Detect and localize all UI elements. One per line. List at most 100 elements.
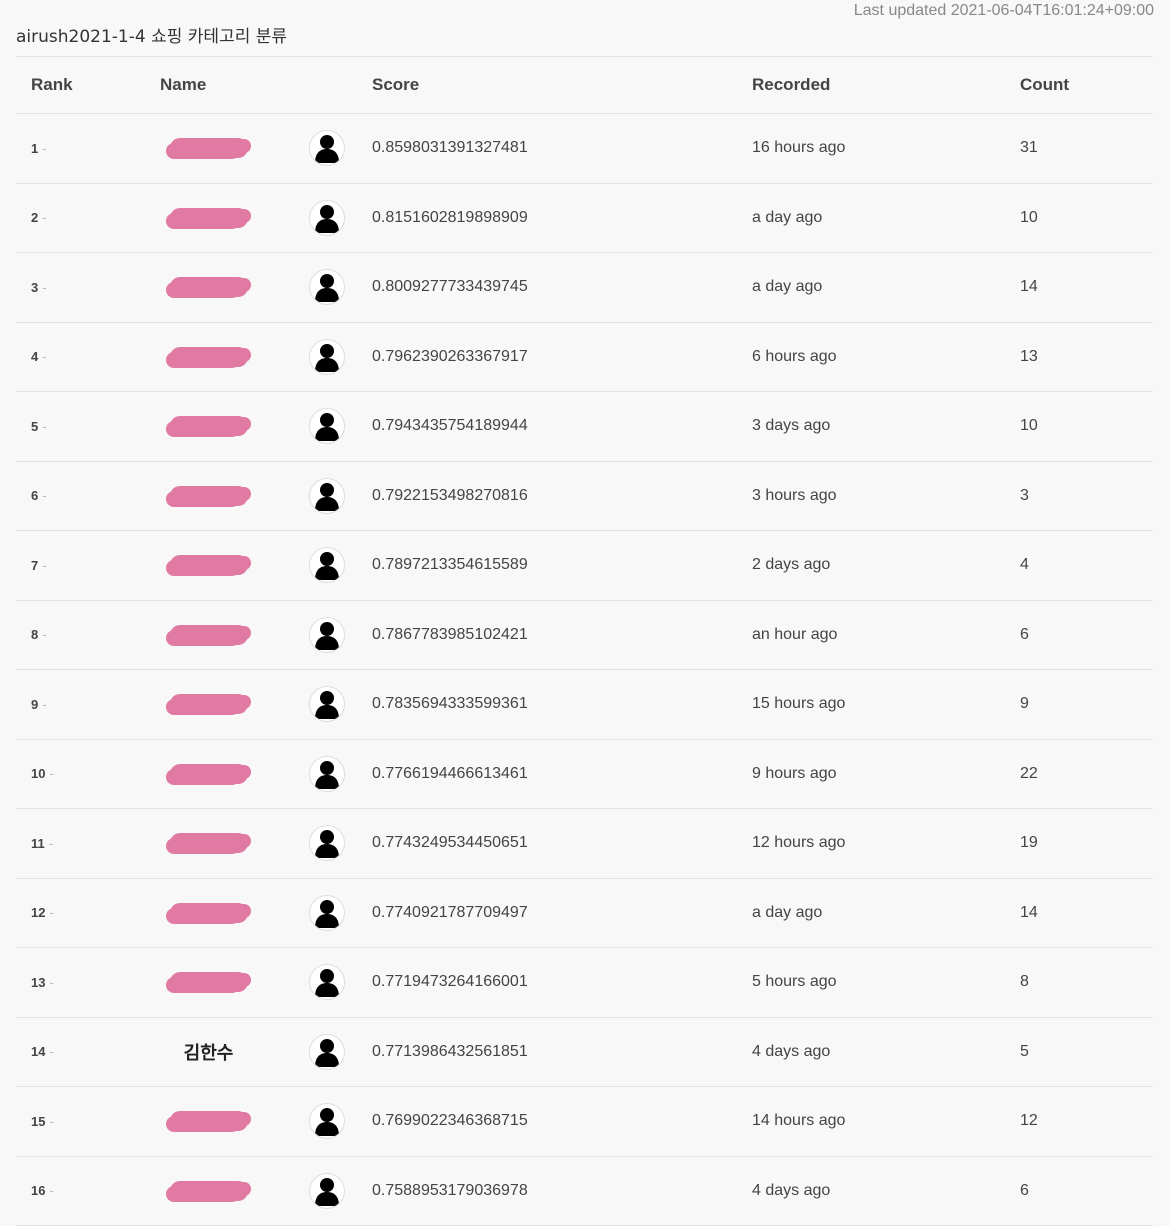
avatar-cell [281,825,372,861]
rank-cell: 16- [16,1183,136,1198]
score-cell: 0.8009277733439745 [372,278,752,296]
avatar-cell [281,617,372,653]
avatar-cell [281,1103,372,1139]
recorded-cell: 14 hours ago [752,1112,1020,1130]
rank-value: 1 [31,141,38,156]
column-header-rank: Rank [16,75,136,95]
score-cell: 0.8598031391327481 [372,139,752,157]
recorded-cell: an hour ago [752,626,1020,644]
rank-value: 15 [31,1114,45,1129]
count-cell: 9 [1020,695,1153,713]
column-header-recorded: Recorded [752,75,1020,95]
rank-value: 13 [31,975,45,990]
table-row: 1- 0.8598031391327481 16 hours ago 31 [16,114,1153,184]
rank-cell: 3- [16,280,136,295]
recorded-cell: 2 days ago [752,556,1020,574]
rank-cell: 13- [16,975,136,990]
rank-value: 3 [31,280,38,295]
recorded-cell: a day ago [752,209,1020,227]
recorded-cell: a day ago [752,904,1020,922]
recorded-cell: a day ago [752,278,1020,296]
table-row: 8- 0.7867783985102421 an hour ago 6 [16,601,1153,671]
score-cell: 0.7962390263367917 [372,348,752,366]
name-cell [136,625,281,645]
rank-cell: 15- [16,1114,136,1129]
score-cell: 0.7867783985102421 [372,626,752,644]
score-cell: 0.7719473264166001 [372,973,752,991]
rank-trend-dash: - [42,627,46,642]
name-cell [136,347,281,367]
redacted-name-mark [170,555,248,575]
redacted-name-mark [170,694,248,714]
redacted-name-mark [170,764,248,784]
redacted-name-mark [170,1111,248,1131]
avatar-cell [281,339,372,375]
user-silhouette-icon [309,269,345,305]
user-silhouette-icon [309,547,345,583]
table-row: 2- 0.8151602819898909 a day ago 10 [16,184,1153,254]
user-silhouette-icon [309,1173,345,1209]
avatar-cell [281,547,372,583]
table-header: Rank Name Score Recorded Count [16,57,1153,114]
rank-cell: 4- [16,349,136,364]
column-header-name: Name [136,75,281,95]
redacted-name-mark [170,416,248,436]
user-silhouette-icon [309,686,345,722]
name-cell [136,208,281,228]
redacted-name-mark [170,208,248,228]
column-header-score: Score [372,75,752,95]
redacted-name-mark [170,277,248,297]
score-cell: 0.7588953179036978 [372,1182,752,1200]
count-cell: 22 [1020,765,1153,783]
rank-cell: 2- [16,210,136,225]
name-cell [136,1111,281,1131]
recorded-cell: 4 days ago [752,1043,1020,1061]
rank-value: 14 [31,1044,45,1059]
score-cell: 0.8151602819898909 [372,209,752,227]
score-cell: 0.7943435754189944 [372,417,752,435]
table-row: 10- 0.7766194466613461 9 hours ago 22 [16,740,1153,810]
table-row: 9- 0.7835694333599361 15 hours ago 9 [16,670,1153,740]
rank-trend-dash: - [49,766,53,781]
column-header-count: Count [1020,75,1153,95]
rank-cell: 7- [16,558,136,573]
score-cell: 0.7713986432561851 [372,1043,752,1061]
user-silhouette-icon [309,825,345,861]
rank-value: 2 [31,210,38,225]
rank-value: 11 [31,836,45,851]
table-row: 7- 0.7897213354615589 2 days ago 4 [16,531,1153,601]
recorded-cell: 9 hours ago [752,765,1020,783]
rank-trend-dash: - [42,141,46,156]
name-cell [136,972,281,992]
rank-cell: 12- [16,905,136,920]
recorded-cell: 5 hours ago [752,973,1020,991]
rank-trend-dash: - [42,697,46,712]
avatar-cell [281,1173,372,1209]
redacted-name-mark [170,903,248,923]
rank-cell: 11- [16,836,136,851]
redacted-name-mark [170,625,248,645]
table-row: 16- 0.7588953179036978 4 days ago 6 [16,1157,1153,1226]
name-cell [136,138,281,158]
count-cell: 14 [1020,278,1153,296]
user-silhouette-icon [309,1103,345,1139]
user-name: 김한수 [184,1039,234,1065]
user-silhouette-icon [309,895,345,931]
recorded-cell: 3 hours ago [752,487,1020,505]
user-silhouette-icon [309,964,345,1000]
name-cell [136,694,281,714]
rank-trend-dash: - [42,349,46,364]
redacted-name-mark [170,972,248,992]
count-cell: 31 [1020,139,1153,157]
last-updated-text: Last updated 2021-06-04T16:01:24+09:00 [854,2,1154,20]
avatar-cell [281,686,372,722]
count-cell: 13 [1020,348,1153,366]
table-row: 12- 0.7740921787709497 a day ago 14 [16,879,1153,949]
rank-cell: 6- [16,488,136,503]
name-cell [136,1181,281,1201]
rank-trend-dash: - [42,280,46,295]
avatar-cell [281,130,372,166]
table-body: 1- 0.8598031391327481 16 hours ago 31 2-… [16,114,1153,1226]
redacted-name-mark [170,347,248,367]
rank-value: 4 [31,349,38,364]
